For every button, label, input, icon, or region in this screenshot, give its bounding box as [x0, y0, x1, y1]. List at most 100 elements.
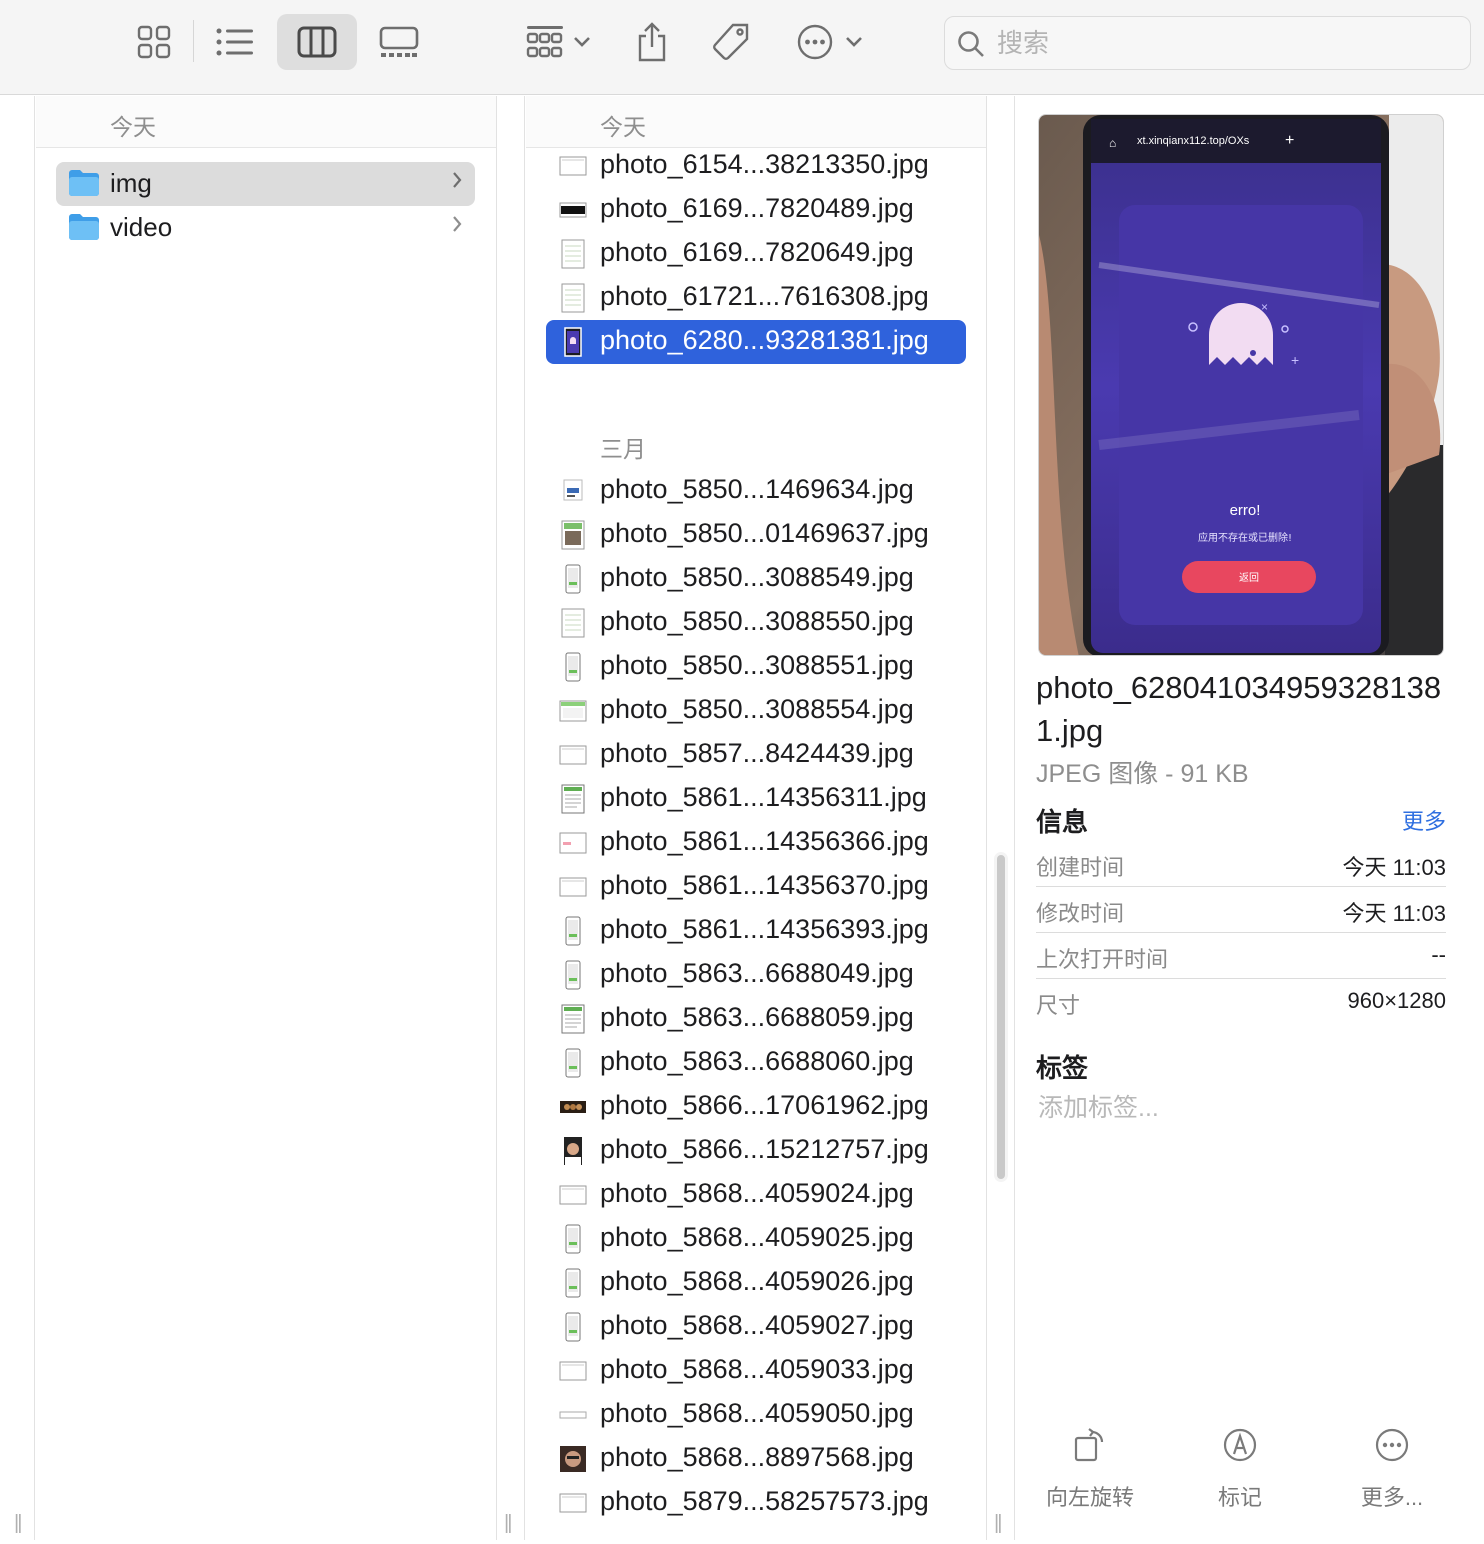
file-item[interactable]: photo_5850...01469637.jpg — [546, 513, 966, 557]
file-thumbnail-icon — [559, 239, 587, 269]
file-name: photo_5868...4059024.jpg — [600, 1178, 914, 1208]
house-icon: ⌂ — [1109, 136, 1116, 150]
share-icon — [638, 22, 666, 62]
toolbar — [0, 0, 1484, 95]
file-thumbnail-icon — [559, 828, 587, 858]
file-item[interactable]: photo_6169...7820649.jpg — [546, 232, 966, 276]
file-name: photo_5879...58257573.jpg — [600, 1486, 929, 1516]
file-item[interactable]: photo_5857...8424439.jpg — [546, 733, 966, 777]
file-thumbnail-icon — [559, 1224, 587, 1254]
file-item[interactable]: photo_5850...3088554.jpg — [546, 689, 966, 733]
file-item[interactable]: photo_6169...7820489.jpg — [546, 188, 966, 232]
folder-label: video — [110, 212, 173, 242]
vertical-scrollbar[interactable] — [994, 852, 1008, 1182]
markup-button[interactable]: 标记 — [1170, 1426, 1310, 1512]
folder-item-img[interactable]: img — [56, 162, 475, 206]
search-icon — [958, 31, 984, 57]
search-input[interactable] — [997, 25, 1437, 61]
file-name: photo_6154...38213350.jpg — [600, 149, 929, 179]
column-gap — [498, 96, 525, 1540]
info-more-link[interactable]: 更多 — [1402, 804, 1446, 836]
file-thumbnail-icon — [559, 960, 587, 990]
file-item[interactable]: photo_5850...3088550.jpg — [546, 601, 966, 645]
group-by-button[interactable] — [518, 14, 598, 70]
file-item[interactable]: photo_6280...93281381.jpg — [546, 320, 966, 364]
preview-kind-size: JPEG 图像 - 91 KB — [1036, 760, 1249, 788]
file-item[interactable]: photo_5861...14356370.jpg — [546, 865, 966, 909]
file-item[interactable]: photo_5863...6688049.jpg — [546, 953, 966, 997]
action-menu-button[interactable] — [790, 14, 870, 70]
file-item[interactable]: photo_5850...3088551.jpg — [546, 645, 966, 689]
info-key: 创建时间 — [1036, 855, 1125, 880]
file-item[interactable]: photo_6154...38213350.jpg — [546, 144, 966, 188]
file-name: photo_5868...4059027.jpg — [600, 1310, 914, 1340]
file-item[interactable]: photo_5866...17061962.jpg — [546, 1085, 966, 1129]
file-name: photo_5861...14356311.jpg — [600, 782, 927, 812]
file-name: photo_5863...6688049.jpg — [600, 958, 914, 988]
more-button[interactable]: 更多... — [1322, 1426, 1462, 1512]
column-view-icon — [297, 26, 337, 58]
file-item[interactable]: photo_5868...4059027.jpg — [546, 1305, 966, 1349]
group-by-icon — [526, 26, 563, 58]
file-item[interactable]: photo_61721...7616308.jpg — [546, 276, 966, 320]
list-view-button[interactable] — [208, 14, 262, 70]
preview-filename: photo_6280410349593281381.jpg — [1036, 670, 1442, 748]
tags-input[interactable] — [1038, 1091, 1338, 1125]
info-key: 修改时间 — [1036, 901, 1125, 926]
file-item[interactable]: photo_5868...4059024.jpg — [546, 1173, 966, 1217]
column-view-button[interactable] — [277, 14, 357, 70]
column-resize-handle[interactable]: || — [504, 1512, 513, 1535]
file-item[interactable]: photo_5866...15212757.jpg — [546, 1129, 966, 1173]
file-thumbnail-icon — [559, 740, 587, 770]
file-name: photo_5857...8424439.jpg — [600, 738, 914, 768]
file-thumbnail-icon — [559, 1400, 587, 1430]
file-item[interactable]: photo_5863...6688059.jpg — [546, 997, 966, 1041]
file-thumbnail-icon — [559, 696, 587, 726]
chevron-down-icon — [846, 37, 862, 47]
file-item[interactable]: photo_5850...1469634.jpg — [546, 469, 966, 513]
file-item[interactable]: photo_5863...6688060.jpg — [546, 1041, 966, 1085]
gallery-view-button[interactable] — [372, 14, 426, 70]
preview-image: ⌂ xt.xinqianx112.top/OXs + + × erro! 应用不… — [1038, 114, 1444, 656]
file-item[interactable]: photo_5850...3088549.jpg — [546, 557, 966, 601]
folder-item-video[interactable]: video — [56, 206, 475, 250]
file-item[interactable]: photo_5868...4059025.jpg — [546, 1217, 966, 1261]
file-thumbnail-icon — [559, 1180, 587, 1210]
file-name: photo_5850...3088549.jpg — [600, 562, 914, 592]
file-item[interactable]: photo_5861...14356393.jpg — [546, 909, 966, 953]
file-name: photo_5850...3088550.jpg — [600, 606, 914, 636]
column-header-label: 今天 — [110, 114, 156, 140]
column-header: 今天 — [526, 96, 986, 148]
file-thumbnail-icon — [559, 1444, 587, 1474]
file-item[interactable]: photo_5868...8897568.jpg — [546, 1437, 966, 1481]
file-thumbnail-icon — [559, 1136, 587, 1166]
list-view-icon — [216, 28, 253, 56]
column-resize-handle[interactable]: || — [994, 1512, 1003, 1535]
column-resize-handle[interactable]: || — [14, 1512, 23, 1535]
column-gap — [988, 96, 1015, 1540]
folder-icon — [69, 170, 99, 196]
file-name: photo_5850...3088554.jpg — [600, 694, 914, 724]
file-name: photo_61721...7616308.jpg — [600, 281, 929, 311]
info-value: 今天 11:03 — [1342, 855, 1446, 880]
file-item[interactable]: photo_5879...58257573.jpg — [546, 1481, 966, 1525]
tag-icon — [713, 23, 749, 60]
icon-view-button[interactable] — [128, 14, 180, 70]
tag-button[interactable] — [706, 14, 756, 70]
column-header: 今天 — [36, 96, 496, 148]
file-item[interactable]: photo_5861...14356366.jpg — [546, 821, 966, 865]
file-name: photo_5861...14356366.jpg — [600, 826, 929, 856]
file-item[interactable]: photo_5861...14356311.jpg — [546, 777, 966, 821]
rotate-left-button[interactable]: 向左旋转 — [1020, 1426, 1160, 1512]
more-icon — [1375, 1428, 1409, 1462]
search-field[interactable] — [944, 16, 1471, 70]
info-key: 尺寸 — [1036, 993, 1081, 1018]
file-item[interactable]: photo_5868...4059026.jpg — [546, 1261, 966, 1305]
file-item[interactable]: photo_5868...4059050.jpg — [546, 1393, 966, 1437]
file-name: photo_5868...4059033.jpg — [600, 1354, 914, 1384]
rotate-left-icon — [1074, 1428, 1104, 1462]
file-item[interactable]: photo_5868...4059033.jpg — [546, 1349, 966, 1393]
info-key: 上次打开时间 — [1036, 947, 1169, 972]
info-section-title: 信息 — [1036, 807, 1089, 837]
share-button[interactable] — [628, 14, 676, 70]
